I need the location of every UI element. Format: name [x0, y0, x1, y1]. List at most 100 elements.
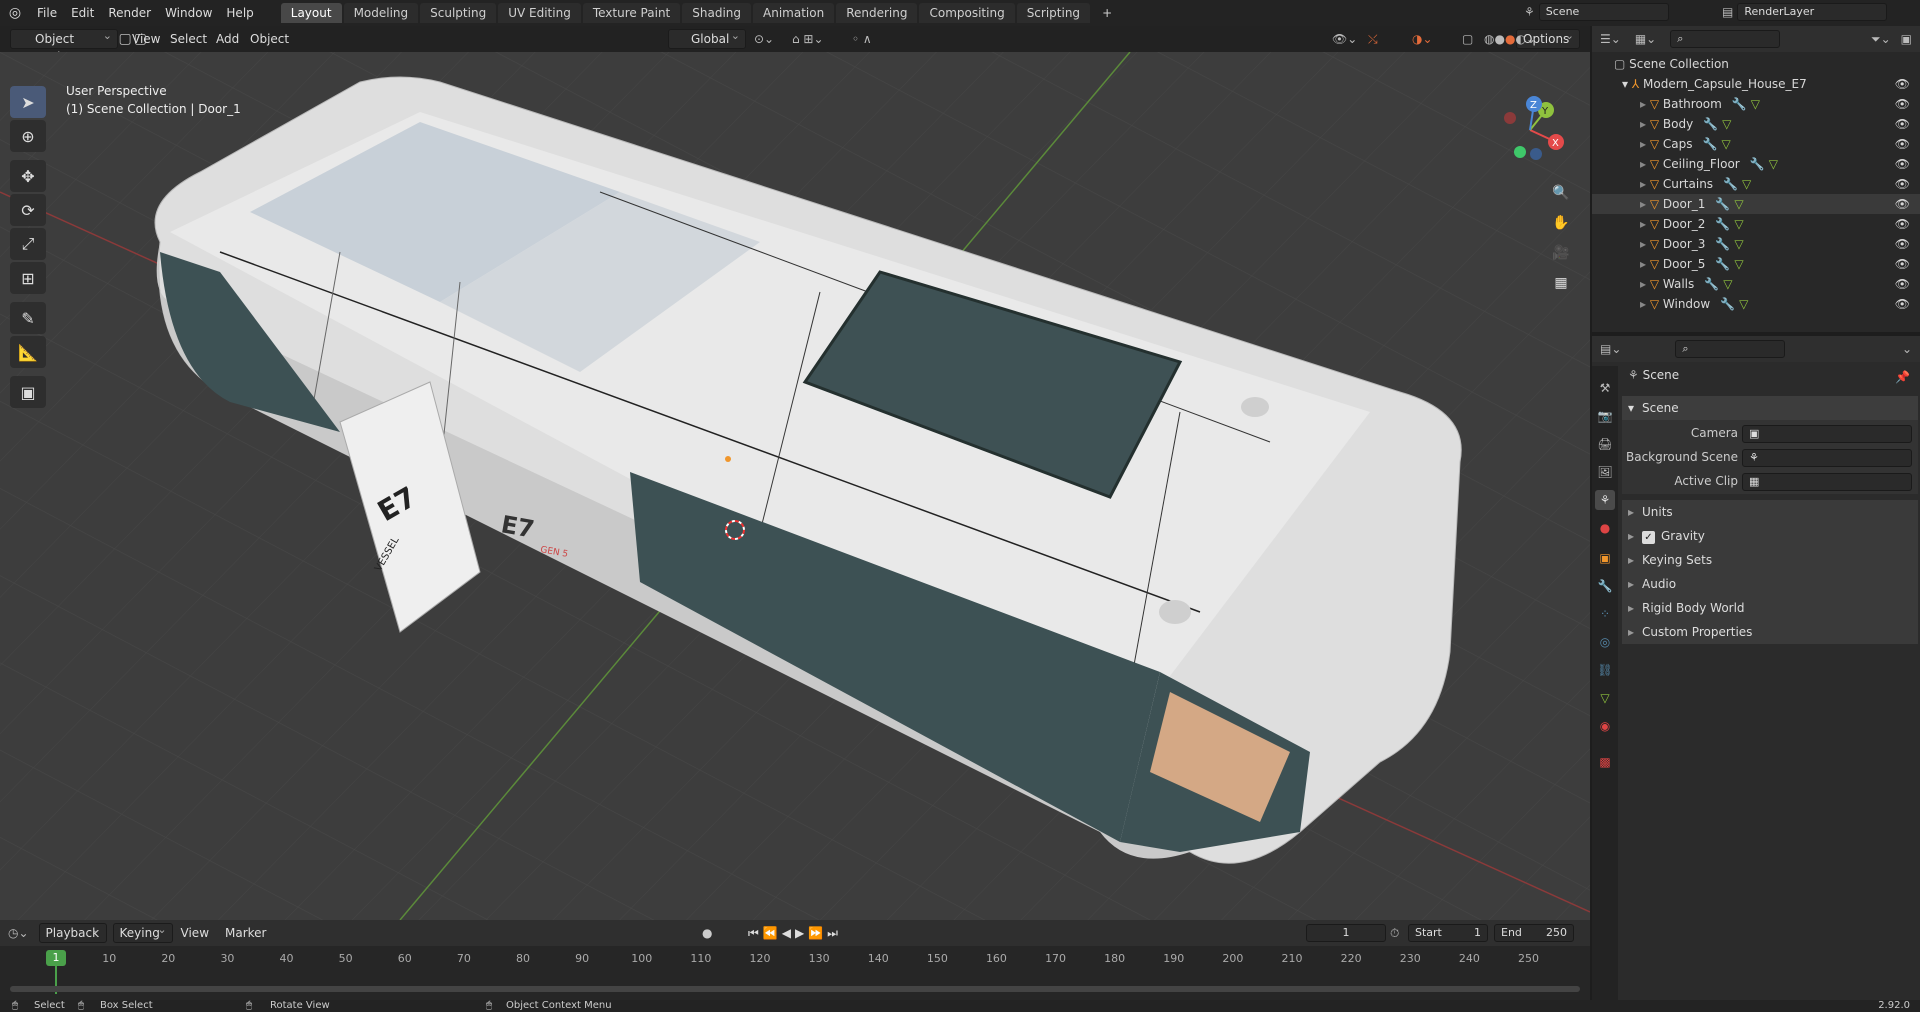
playback-dropdown[interactable]: Playback	[38, 921, 107, 943]
subpanel-rigid-body-world[interactable]: ▸ Rigid Body World	[1622, 596, 1918, 620]
timeline-editor-icon[interactable]: ◷⌄	[8, 926, 29, 940]
mode-dropdown[interactable]: Object Mode	[10, 27, 118, 64]
timeline-track[interactable]: 10 20 30 40 50 60 70 80 90 100 110 120 130 140 150 160 1…	[0, 946, 1590, 1000]
outliner-item-curtains[interactable]: ▸ ▽ Curtains 🔧 ▽ 👁	[1592, 174, 1920, 194]
shading-modes-icon[interactable]: ◍●●◐⌄	[1484, 32, 1536, 46]
tool-tab-icon[interactable]: ⚒	[1595, 378, 1615, 398]
timeline-menu-marker[interactable]: Marker	[217, 926, 274, 940]
properties-options-icon[interactable]: ⌄	[1902, 342, 1912, 356]
world-tab-icon[interactable]: ●	[1595, 518, 1615, 538]
visibility-eye-icon[interactable]: 👁	[1895, 214, 1910, 234]
expand-arrow-icon[interactable]: ▸	[1640, 297, 1650, 311]
gravity-checkbox[interactable]: ✓	[1642, 531, 1655, 544]
expand-arrow-icon[interactable]: ▸	[1640, 157, 1650, 171]
timeline-scrollbar[interactable]	[10, 986, 1580, 992]
transform-tool[interactable]: ⊞	[10, 262, 46, 294]
outliner-item-door-5[interactable]: ▸ ▽ Door_5 🔧 ▽ 👁	[1592, 254, 1920, 274]
stopwatch-icon[interactable]: ⏱	[1390, 926, 1399, 941]
visibility-icon[interactable]: 👁⌄	[1332, 32, 1357, 46]
camera-field[interactable]: ▣	[1742, 425, 1912, 443]
record-icon[interactable]: ●	[702, 926, 712, 940]
expand-arrow-icon[interactable]: ▸	[1640, 217, 1650, 231]
annotate-tool[interactable]: ✎	[10, 302, 46, 334]
current-frame-field[interactable]: 1	[1306, 924, 1386, 942]
menu-edit[interactable]: Edit	[64, 0, 101, 26]
visibility-eye-icon[interactable]: 👁	[1895, 134, 1910, 154]
visibility-eye-icon[interactable]: 👁	[1895, 234, 1910, 254]
expand-arrow-icon[interactable]: ▸	[1640, 257, 1650, 271]
outliner-item-door-2[interactable]: ▸ ▽ Door_2 🔧 ▽ 👁	[1592, 214, 1920, 234]
view-layer-field[interactable]: RenderLayer	[1737, 3, 1888, 21]
outliner-search-input[interactable]: ⌕	[1670, 30, 1781, 48]
subpanel-audio[interactable]: ▸ Audio	[1622, 572, 1918, 596]
end-frame-field[interactable]: End 250	[1494, 924, 1574, 942]
data-tab-icon[interactable]: ▽	[1595, 688, 1615, 708]
scale-tool[interactable]: ⤢	[10, 228, 46, 260]
view-layer-tab-icon[interactable]: 🖼	[1595, 462, 1615, 482]
snap-icon[interactable]: ⌂ ⊞⌄	[792, 32, 824, 46]
outliner-item-walls[interactable]: ▸ ▽ Walls 🔧 ▽ 👁	[1592, 274, 1920, 294]
playhead[interactable]: 1	[46, 950, 66, 966]
background-scene-field[interactable]: ⚘	[1742, 449, 1912, 467]
xray-icon[interactable]: ▢	[1462, 32, 1473, 46]
scene-panel-header[interactable]: ▾ Scene	[1622, 396, 1918, 420]
properties-search-input[interactable]: ⌕	[1675, 340, 1786, 358]
add-workspace-button[interactable]: +	[1092, 3, 1122, 23]
tab-layout[interactable]: Layout	[280, 3, 342, 23]
expand-arrow-icon[interactable]: ▸	[1640, 197, 1650, 211]
outliner-item-door-1[interactable]: ▸ ▽ Door_1 🔧 ▽ 👁	[1592, 194, 1920, 214]
pan-hand-icon[interactable]: ✋	[1548, 210, 1574, 236]
rotate-tool[interactable]: ⟳	[10, 194, 46, 226]
timeline-menu-view[interactable]: View	[173, 926, 217, 940]
scene-tab-icon[interactable]: ⚘	[1595, 490, 1615, 510]
outliner-editor-icon[interactable]: ☰⌄	[1600, 32, 1621, 46]
outliner-collection-row[interactable]: ▾ ⅄ Modern_Capsule_House_E7 👁	[1592, 74, 1920, 94]
tab-shading[interactable]: Shading	[682, 3, 751, 23]
navigation-gizmo[interactable]: X Y Z	[1490, 90, 1570, 170]
pin-icon[interactable]: 📌	[1895, 370, 1910, 384]
menu-render[interactable]: Render	[101, 0, 158, 26]
properties-editor-icon[interactable]: ▤⌄	[1600, 342, 1621, 356]
overlay-toggle-icon[interactable]: ◑⌄	[1412, 32, 1433, 46]
display-mode-icon[interactable]: ▦⌄	[1635, 32, 1656, 46]
object-tab-icon[interactable]: ▣	[1595, 548, 1615, 568]
menu-window[interactable]: Window	[158, 0, 219, 26]
subpanel-units[interactable]: ▸ Units	[1622, 500, 1918, 524]
particles-tab-icon[interactable]: ⁘	[1595, 604, 1615, 624]
visibility-eye-icon[interactable]: 👁	[1895, 194, 1910, 214]
active-clip-field[interactable]: ▦	[1742, 473, 1912, 491]
viewport-menu-object[interactable]: Object	[242, 32, 297, 46]
blender-logo-icon[interactable]: ◎	[0, 0, 30, 26]
menu-help[interactable]: Help	[219, 0, 260, 26]
pivot-icon[interactable]: ⊙⌄	[754, 32, 774, 46]
new-collection-icon[interactable]: ▣	[1901, 32, 1912, 46]
texture-tab-icon[interactable]: ▩	[1595, 752, 1615, 772]
visibility-eye-icon[interactable]: 👁	[1895, 254, 1910, 274]
tab-uv-editing[interactable]: UV Editing	[498, 3, 581, 23]
zoom-icon[interactable]: 🔍	[1548, 180, 1574, 206]
expand-arrow-icon[interactable]: ▸	[1640, 97, 1650, 111]
constraints-tab-icon[interactable]: ⛓	[1595, 660, 1615, 680]
outliner-item-door-3[interactable]: ▸ ▽ Door_3 🔧 ▽ 👁	[1592, 234, 1920, 254]
orientation-dropdown[interactable]: Global	[668, 27, 746, 49]
measure-tool[interactable]: 📐	[10, 336, 46, 368]
expand-arrow-icon[interactable]: ▸	[1640, 117, 1650, 131]
expand-arrow-icon[interactable]: ▸	[1640, 137, 1650, 151]
visibility-eye-icon[interactable]: 👁	[1895, 154, 1910, 174]
tab-rendering[interactable]: Rendering	[836, 3, 918, 23]
menu-file[interactable]: File	[30, 0, 64, 26]
visibility-eye-icon[interactable]: 👁	[1895, 114, 1910, 134]
tab-modeling[interactable]: Modeling	[343, 3, 419, 23]
tab-scripting[interactable]: Scripting	[1016, 3, 1091, 23]
start-frame-field[interactable]: Start 1	[1408, 924, 1488, 942]
subpanel-gravity[interactable]: ▸ ✓ Gravity	[1622, 524, 1918, 548]
tab-compositing[interactable]: Compositing	[919, 3, 1015, 23]
add-cube-tool[interactable]: ▣	[10, 376, 46, 408]
visibility-eye-icon[interactable]: 👁	[1895, 174, 1910, 194]
visibility-eye-icon[interactable]: 👁	[1895, 294, 1910, 314]
visibility-eye-icon[interactable]: 👁	[1895, 74, 1910, 94]
gizmo-toggle-icon[interactable]: ⤯	[1368, 32, 1378, 47]
physics-tab-icon[interactable]: ◎	[1595, 632, 1615, 652]
render-tab-icon[interactable]: 📷	[1595, 406, 1615, 426]
keying-dropdown[interactable]: Keying	[112, 921, 173, 943]
